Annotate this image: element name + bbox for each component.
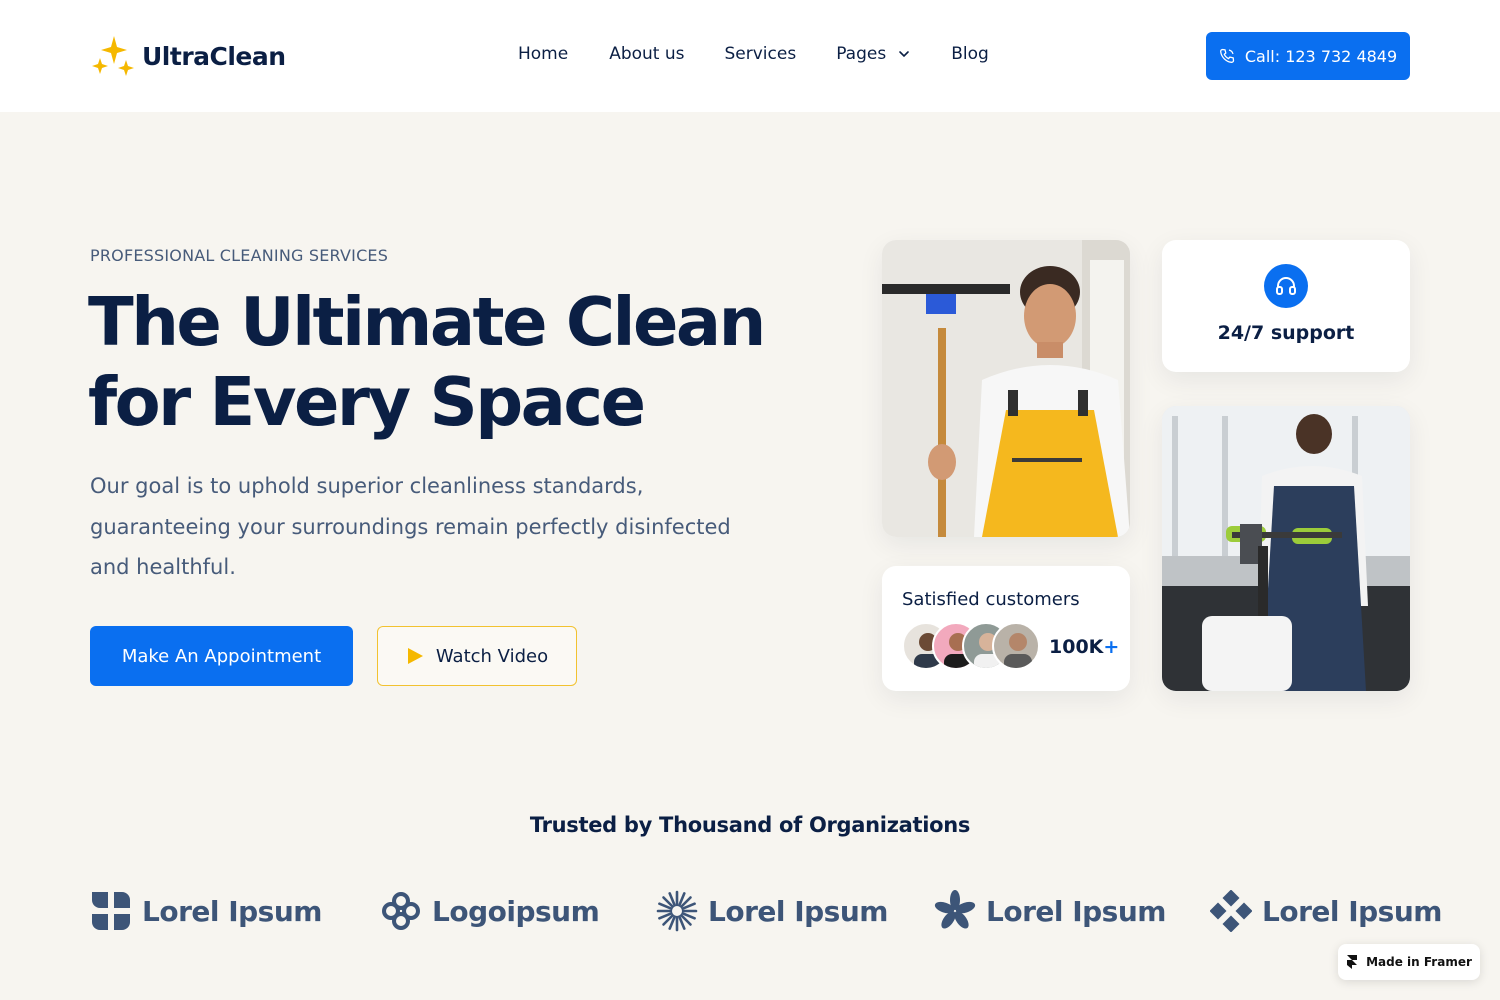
cleaner-with-squeegee-photo: [882, 240, 1130, 537]
customer-avatars: [902, 622, 1042, 672]
brand-logo[interactable]: UltraClean: [90, 34, 286, 78]
customers-count-value: 100K: [1049, 636, 1104, 658]
partner-logo: Lorel Ipsum: [934, 888, 1166, 934]
cleaner-with-machine-photo: [1162, 406, 1410, 691]
main-nav: Home About us Services Pages Blog: [518, 44, 989, 64]
asterisk-logo-icon: [934, 890, 976, 929]
trusted-heading: Trusted by Thousand of Organizations: [529, 813, 971, 837]
customers-count: 100K+: [1049, 636, 1119, 658]
nav-blog-label: Blog: [951, 44, 989, 64]
partner-logo-name: Logoipsum: [432, 894, 600, 928]
diamond-logo-icon: [1210, 890, 1252, 932]
phone-icon: [1219, 48, 1234, 63]
satisfied-customers-card: Satisfied customers 100K+: [882, 566, 1130, 691]
support-label: 24/7 support: [1217, 322, 1355, 344]
avatar: [992, 622, 1040, 670]
watch-video-button[interactable]: Watch Video: [377, 626, 577, 686]
customers-title: Satisfied customers: [902, 589, 1080, 610]
hero-title-line1: The Ultimate Clean: [88, 283, 766, 361]
headphones-icon: [1264, 264, 1308, 308]
make-appointment-button[interactable]: Make An Appointment: [90, 626, 353, 686]
partner-logos: Lorel Ipsum Logoipsum Lorel Ipsum Lorel …: [90, 888, 1442, 938]
site-header: UltraClean Home About us Services Pages …: [0, 0, 1500, 112]
made-in-framer-label: Made in Framer: [1366, 955, 1472, 969]
partner-logo-name: Lorel Ipsum: [986, 894, 1166, 928]
support-card: 24/7 support: [1162, 240, 1410, 372]
sparkle-stars-icon: [92, 36, 134, 76]
nav-about-label: About us: [609, 44, 685, 64]
call-button-label: Call: 123 732 4849: [1244, 46, 1398, 66]
brand-name: UltraClean: [142, 41, 286, 71]
call-button[interactable]: Call: 123 732 4849: [1206, 32, 1410, 80]
partner-logo-name: Lorel Ipsum: [1262, 894, 1442, 928]
partner-logo-name: Lorel Ipsum: [708, 894, 888, 928]
framer-icon: [1347, 955, 1358, 969]
hero-eyebrow: PROFESSIONAL CLEANING SERVICES: [90, 246, 389, 265]
cleaner-machine-illustration: [1162, 406, 1410, 691]
nav-blog[interactable]: Blog: [951, 44, 989, 64]
hero-description: Our goal is to uphold superior cleanline…: [90, 474, 731, 579]
sunburst-logo-icon: [656, 890, 698, 932]
nav-pages[interactable]: Pages: [836, 44, 910, 64]
play-icon: [407, 648, 423, 664]
hero-title: The Ultimate Clean for Every Space: [88, 282, 808, 442]
partner-logo: Lorel Ipsum: [90, 888, 322, 934]
partner-logo-name: Lorel Ipsum: [142, 894, 322, 928]
nav-services-label: Services: [724, 44, 797, 64]
partner-logo: Lorel Ipsum: [1210, 888, 1442, 934]
cleaner-photo-illustration: [882, 240, 1130, 537]
partner-logo: Logoipsum: [380, 888, 600, 934]
made-in-framer-badge[interactable]: Made in Framer: [1338, 944, 1480, 980]
chevron-down-icon: [899, 51, 910, 58]
watch-video-label: Watch Video: [435, 645, 549, 667]
nav-about[interactable]: About us: [609, 44, 684, 64]
nav-pages-label: Pages: [836, 44, 887, 64]
partner-logo: Lorel Ipsum: [656, 888, 888, 934]
petal-logo-icon: [92, 892, 130, 930]
knot-logo-icon: [382, 892, 420, 930]
hero-title-line2: for Every Space: [88, 363, 646, 441]
nav-home[interactable]: Home: [518, 44, 568, 64]
nav-home-label: Home: [518, 44, 569, 64]
nav-services[interactable]: Services: [725, 44, 797, 64]
customers-count-suffix: +: [1103, 636, 1120, 658]
